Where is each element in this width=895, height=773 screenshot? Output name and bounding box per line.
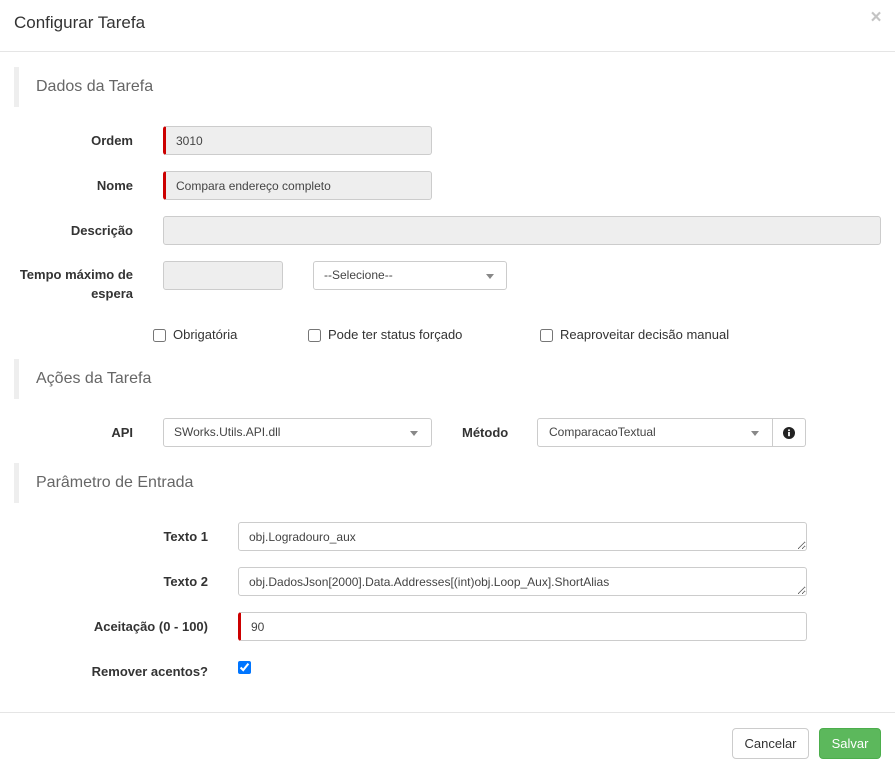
reaproveitar-decisao-label: Reaproveitar decisão manual [560,327,730,342]
close-button[interactable]: × [869,8,883,28]
tempo-maximo-input[interactable] [163,261,283,290]
info-circle-icon [783,426,795,439]
obrigatoria-label: Obrigatória [173,327,238,342]
metodo-select[interactable]: ComparacaoTextual [537,418,773,447]
aceitacao-label: Aceitação (0 - 100) [93,619,208,634]
section-heading-parametro-entrada: Parâmetro de Entrada [14,463,334,503]
ordem-label: Ordem [91,133,133,148]
texto2-label: Texto 2 [163,574,208,589]
section-heading-acoes-tarefa: Ações da Tarefa [14,359,334,399]
api-select[interactable]: SWorks.Utils.API.dll [163,418,432,447]
caret-down-icon [486,274,494,279]
status-forcado-label: Pode ter status forçado [328,327,463,342]
tempo-unidade-selected-value: --Selecione-- [324,268,393,282]
option-obrigatoria[interactable]: Obrigatória [153,327,237,343]
nome-label: Nome [96,178,133,193]
caret-down-icon [410,431,418,436]
remover-acentos-label: Remover acentos? [91,664,208,679]
descricao-input[interactable] [163,216,881,245]
save-button[interactable]: Salvar [819,728,881,759]
cancel-button[interactable]: Cancelar [732,728,809,759]
option-pode-ter-status-forcado[interactable]: Pode ter status forçado [308,327,462,343]
modal-title: Configurar Tarefa [14,13,146,32]
caret-down-icon [751,431,759,436]
tempo-maximo-label: Tempo máximo de espera [19,267,133,301]
reaproveitar-decisao-checkbox[interactable] [540,328,553,342]
configurar-tarefa-modal: Configurar Tarefa × Dados da Tarefa Orde… [0,0,895,773]
nome-input[interactable] [163,171,432,200]
api-selected-value: SWorks.Utils.API.dll [174,425,281,439]
option-reaproveitar-decisao[interactable]: Reaproveitar decisão manual [540,327,729,343]
texto2-textarea[interactable]: obj.DadosJson[2000].Data.Addresses[(int)… [238,567,807,596]
api-label: API [111,425,133,440]
descricao-label: Descrição [70,223,133,238]
ordem-input[interactable] [163,126,432,155]
obrigatoria-checkbox[interactable] [153,328,166,342]
section-heading-dados-tarefa: Dados da Tarefa [14,67,334,107]
aceitacao-input[interactable] [238,612,807,641]
footer-divider [0,712,895,713]
texto1-textarea[interactable]: obj.Logradouro_aux [238,522,807,551]
texto1-label: Texto 1 [163,529,208,544]
status-forcado-checkbox[interactable] [308,328,321,342]
metodo-label: Método [462,425,509,440]
metodo-selected-value: ComparacaoTextual [549,425,656,439]
header-divider [0,51,895,52]
remover-acentos-checkbox[interactable] [238,661,251,674]
metodo-info-button[interactable] [773,418,806,447]
tempo-unidade-select[interactable]: --Selecione-- [313,261,507,290]
